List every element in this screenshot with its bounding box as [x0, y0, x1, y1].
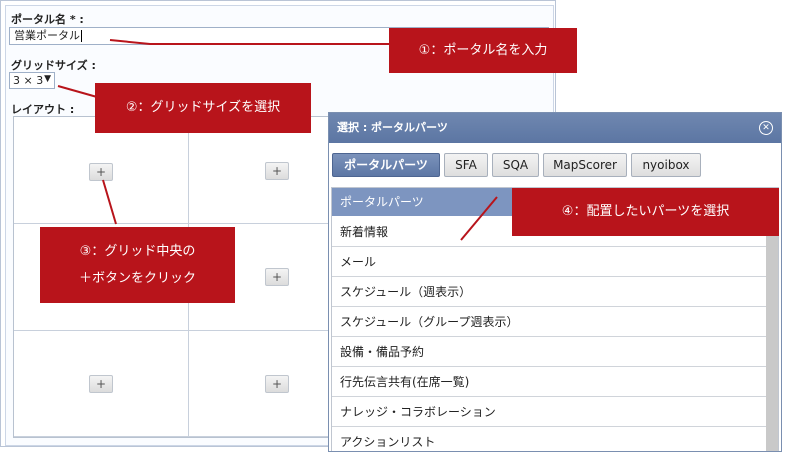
list-item[interactable]: 設備・備品予約	[332, 337, 766, 367]
tab-sfa[interactable]: SFA	[444, 153, 488, 177]
text-caret	[81, 30, 82, 42]
callout-1: ①：ポータル名を入力	[389, 28, 577, 73]
close-icon[interactable]: ✕	[759, 121, 773, 135]
callout-3: ③：グリッド中央の ＋ボタンをクリック	[40, 227, 235, 303]
layout-label: レイアウト :	[11, 103, 75, 116]
list-item[interactable]: アクションリスト	[332, 427, 766, 451]
callout-4: ④：配置したいパーツを選択	[512, 188, 779, 236]
tab-mapscorer[interactable]: MapScorer	[543, 153, 627, 177]
add-part-button[interactable]: +	[89, 163, 113, 181]
list-item[interactable]: ナレッジ・コラボレーション	[332, 397, 766, 427]
add-part-button[interactable]: +	[265, 268, 289, 286]
callout-2-text: ②：グリッドサイズを選択	[125, 100, 281, 115]
list-item[interactable]: スケジュール（グループ週表示）	[332, 307, 766, 337]
callout-3-line-2: ＋ボタンをクリック	[78, 271, 196, 286]
list-item[interactable]: スケジュール（週表示）	[332, 277, 766, 307]
dropdown-arrow-icon: ▼	[44, 74, 51, 84]
add-part-button[interactable]: +	[265, 162, 289, 180]
grid-size-label: グリッドサイズ :	[11, 59, 96, 72]
tab-nyoibox[interactable]: nyoibox	[631, 153, 701, 177]
portal-name-label: ポータル名 * :	[11, 13, 84, 26]
grid-size-select[interactable]: 3 × 3 ▼	[9, 72, 55, 89]
portal-name-value: 営業ポータル	[14, 29, 80, 42]
list-item[interactable]: メール	[332, 247, 766, 277]
dialog-title-text: 選択 : ポータルパーツ	[337, 121, 448, 134]
callout-1-text: ①：ポータル名を入力	[418, 43, 548, 58]
callout-4-text: ④：配置したいパーツを選択	[561, 204, 730, 219]
list-item[interactable]: 行先伝言共有(在席一覧)	[332, 367, 766, 397]
callout-3-line-1: ③：グリッド中央の	[79, 244, 196, 259]
dialog-title: 選択 : ポータルパーツ	[329, 113, 781, 143]
portal-parts-dialog: 選択 : ポータルパーツ ✕ ポータルパーツ SFA SQA MapScorer…	[328, 112, 782, 452]
add-part-button[interactable]: +	[89, 375, 113, 393]
add-part-button[interactable]: +	[265, 375, 289, 393]
tab-portal-parts[interactable]: ポータルパーツ	[332, 153, 440, 177]
tab-sqa[interactable]: SQA	[492, 153, 539, 177]
grid-size-value: 3 × 3	[13, 74, 44, 87]
callout-2: ②：グリッドサイズを選択	[95, 83, 311, 133]
